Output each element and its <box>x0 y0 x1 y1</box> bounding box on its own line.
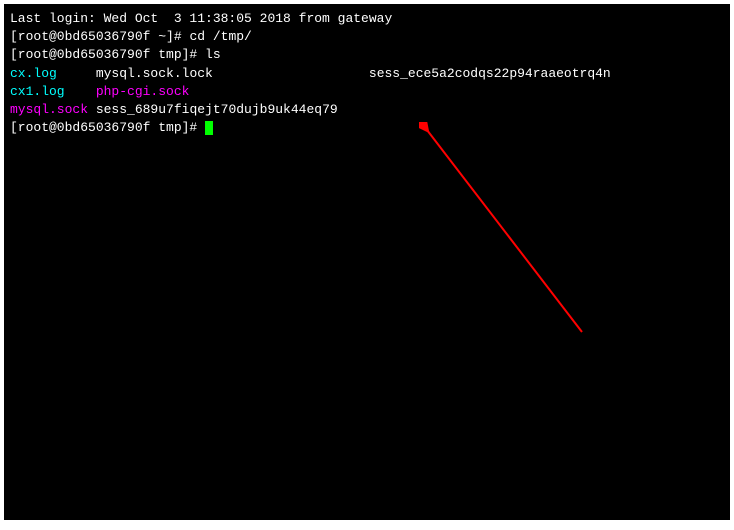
prompt-3: [root@0bd65036790f tmp]# <box>10 120 205 135</box>
last-login-line: Last login: Wed Oct 3 11:38:05 2018 from… <box>10 10 730 28</box>
ls-row-1: cx.log mysql.sock.lock sess_ece5a2codqs2… <box>10 65 730 83</box>
ls-row-3: mysql.sock sess_689u7fiqejt70dujb9uk44eq… <box>10 101 730 119</box>
ls-file-magenta: mysql.sock <box>10 102 88 117</box>
cmd-2: ls <box>205 47 221 62</box>
ls-file: mysql.sock.lock <box>96 66 213 81</box>
prompt-1: [root@0bd65036790f ~]# <box>10 29 189 44</box>
cmd-1: cd /tmp/ <box>189 29 251 44</box>
cmd-line-3: [root@0bd65036790f tmp]# <box>10 119 730 137</box>
ls-row-2: cx1.log php-cgi.sock <box>10 83 730 101</box>
ls-file-magenta: php-cgi.sock <box>96 84 190 99</box>
annotation-arrow <box>419 122 619 352</box>
last-login-text: Last login: Wed Oct 3 11:38:05 2018 from… <box>10 11 392 26</box>
cmd-line-1: [root@0bd65036790f ~]# cd /tmp/ <box>10 28 730 46</box>
ls-file: sess_689u7fiqejt70dujb9uk44eq79 <box>96 102 338 117</box>
terminal-window[interactable]: Last login: Wed Oct 3 11:38:05 2018 from… <box>4 4 730 520</box>
ls-file: cx.log <box>10 66 57 81</box>
cursor[interactable] <box>205 121 213 135</box>
cmd-line-2: [root@0bd65036790f tmp]# ls <box>10 46 730 64</box>
ls-file: cx1.log <box>10 84 65 99</box>
ls-file: sess_ece5a2codqs22p94raaeotrq4n <box>369 66 611 81</box>
prompt-2: [root@0bd65036790f tmp]# <box>10 47 205 62</box>
